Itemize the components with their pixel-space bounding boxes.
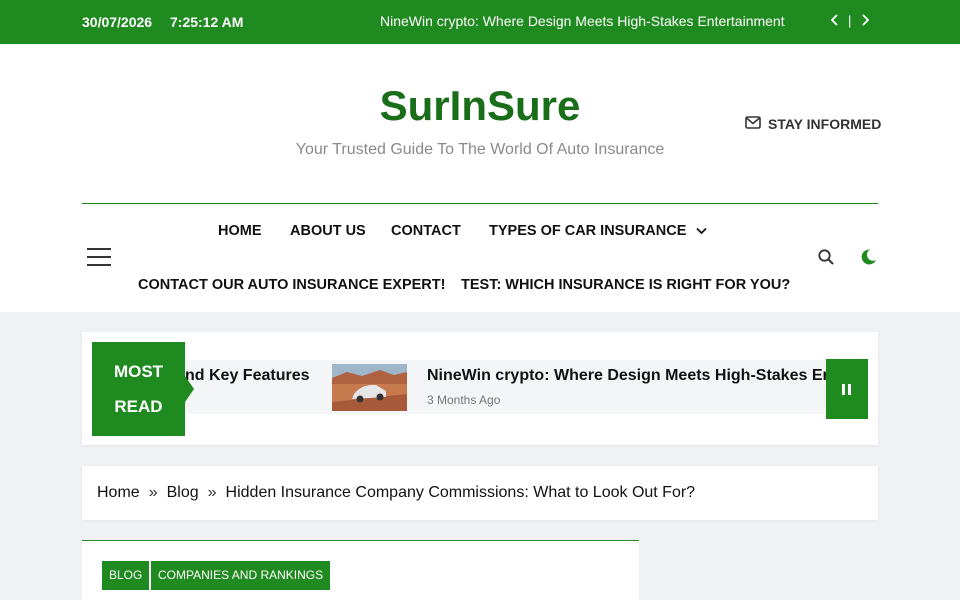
site-tagline: Your Trusted Guide To The World Of Auto … <box>295 141 665 158</box>
nav-item-types-of-car-insurance[interactable]: TYPES OF CAR INSURANCE <box>489 223 708 239</box>
most-read-label-line: MOST <box>113 362 164 381</box>
chevron-right-icon[interactable] <box>858 10 872 30</box>
most-read-item-title[interactable]: NineWin crypto: Where Design Meets High-… <box>427 367 827 385</box>
moon-icon[interactable] <box>859 248 877 266</box>
nav-item-home[interactable]: HOME <box>218 223 262 239</box>
nav-item-contact[interactable]: CONTACT <box>391 223 461 239</box>
stay-informed-link[interactable]: STAY INFORMED <box>745 116 881 132</box>
nav-item-about-us[interactable]: ABOUT US <box>290 223 366 239</box>
search-icon[interactable] <box>817 248 835 266</box>
most-read-label: MOST READ <box>92 342 185 436</box>
current-date: 30/07/2026 <box>82 14 153 30</box>
header-divider <box>82 203 878 204</box>
breadcrumb-separator: » <box>148 484 158 501</box>
chevron-down-icon <box>696 223 708 239</box>
stay-informed-label: STAY INFORMED <box>768 116 882 132</box>
top-bar: 30/07/2026 7:25:12 AM NineWin crypto: Wh… <box>0 0 960 44</box>
nav-item-label: TYPES OF CAR INSURANCE <box>489 223 687 239</box>
breadcrumb-blog[interactable]: Blog <box>167 484 199 502</box>
breadcrumb-current: Hidden Insurance Company Commissions: Wh… <box>225 484 696 501</box>
nav-item-insurance-test[interactable]: TEST: WHICH INSURANCE IS RIGHT FOR YOU? <box>461 277 790 293</box>
most-read-item-date: 3 Months Ago <box>427 393 501 407</box>
most-read-item-title[interactable]: nd Key Features <box>185 367 309 385</box>
ticker-separator: | <box>848 13 852 28</box>
nav-item-contact-expert[interactable]: CONTACT OUR AUTO INSURANCE EXPERT! <box>138 277 445 293</box>
tag-companies-and-rankings[interactable]: COMPANIES AND RANKINGS <box>151 561 331 590</box>
breadcrumb-home[interactable]: Home <box>97 484 140 502</box>
most-read-thumbnail[interactable] <box>332 364 407 411</box>
envelope-icon <box>745 116 761 132</box>
most-read-label-arrow <box>185 376 194 402</box>
breadcrumb: Home » Blog » Hidden Insurance Company C… <box>97 484 695 502</box>
chevron-left-icon[interactable] <box>828 10 842 30</box>
hamburger-menu-icon[interactable] <box>87 248 111 267</box>
current-time: 7:25:12 AM <box>170 14 244 30</box>
ticker-headline[interactable]: NineWin crypto: Where Design Meets High-… <box>380 13 785 29</box>
tag-blog[interactable]: BLOG <box>102 561 150 590</box>
pause-icon[interactable] <box>826 359 868 419</box>
most-read-label-line: READ <box>114 397 163 416</box>
breadcrumb-separator: » <box>207 484 217 501</box>
